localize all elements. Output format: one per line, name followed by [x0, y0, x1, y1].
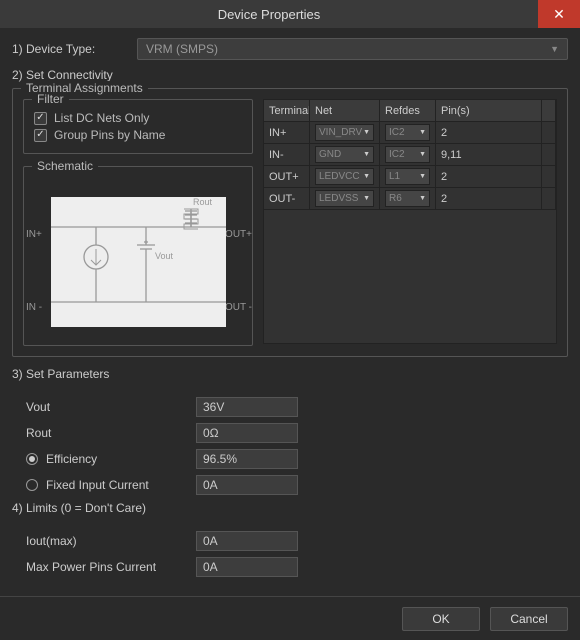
schem-outn-label: OUT - [225, 302, 252, 313]
chevron-down-icon: ▼ [363, 173, 370, 180]
cell-terminal: OUT+ [264, 166, 310, 187]
net-select[interactable]: GND▼ [315, 146, 374, 163]
close-icon: ✕ [553, 6, 565, 23]
th-pins[interactable]: Pin(s) [436, 100, 542, 121]
chevron-down-icon: ▼ [363, 151, 370, 158]
terminal-table: Terminal Net Refdes Pin(s) IN+ VIN_DRV▼ … [263, 99, 557, 344]
schematic-box: Schematic IN+ IN - OUT+ OUT - [23, 166, 253, 346]
footer: OK Cancel [0, 596, 580, 640]
chevron-down-icon: ▼ [419, 195, 426, 202]
fixed-current-label: Fixed Input Current [46, 478, 149, 492]
limits-label: 4) Limits (0 = Don't Care) [12, 501, 568, 515]
device-type-value: VRM (SMPS) [146, 42, 218, 56]
group-pins-checkbox[interactable]: ✓ [34, 129, 47, 142]
net-select[interactable]: LEDVCC▼ [315, 168, 374, 185]
net-select[interactable]: VIN_DRV▼ [315, 124, 374, 141]
efficiency-radio[interactable] [26, 453, 38, 465]
cell-terminal: IN- [264, 144, 310, 165]
cell-pins[interactable]: 2 [436, 122, 542, 143]
titlebar: Device Properties ✕ [0, 0, 580, 28]
cell-terminal: OUT- [264, 188, 310, 209]
set-connectivity-label: 2) Set Connectivity [12, 68, 568, 82]
chevron-down-icon: ▼ [550, 44, 559, 54]
device-type-select[interactable]: VRM (SMPS) ▼ [137, 38, 568, 60]
ok-button[interactable]: OK [402, 607, 480, 631]
table-row: IN- GND▼ IC2▼ 9,11 [264, 144, 556, 166]
chevron-down-icon: ▼ [419, 129, 426, 136]
schematic-diagram: Rout Vout [51, 197, 226, 327]
chevron-down-icon: ▼ [363, 195, 370, 202]
table-row: OUT- LEDVSS▼ R6▼ 2 [264, 188, 556, 210]
efficiency-input[interactable]: 96.5% [196, 449, 298, 469]
rout-label: Rout [26, 426, 51, 440]
chevron-down-icon: ▼ [363, 129, 370, 136]
device-type-label: 1) Device Type: [12, 42, 137, 56]
list-dc-nets-checkbox[interactable]: ✓ [34, 112, 47, 125]
max-power-pins-input[interactable]: 0A [196, 557, 298, 577]
rout-input[interactable]: 0Ω [196, 423, 298, 443]
vout-input[interactable]: 36V [196, 397, 298, 417]
fixed-current-radio[interactable] [26, 479, 38, 491]
vout-label: Vout [26, 400, 50, 414]
cell-pins[interactable]: 2 [436, 188, 542, 209]
th-net[interactable]: Net [310, 100, 380, 121]
chevron-down-icon: ▼ [419, 173, 426, 180]
refdes-select[interactable]: IC2▼ [385, 146, 430, 163]
refdes-select[interactable]: L1▼ [385, 168, 430, 185]
iout-max-input[interactable]: 0A [196, 531, 298, 551]
iout-max-label: Iout(max) [26, 534, 77, 548]
table-row: OUT+ LEDVCC▼ L1▼ 2 [264, 166, 556, 188]
set-parameters-label: 3) Set Parameters [12, 367, 568, 381]
refdes-select[interactable]: R6▼ [385, 190, 430, 207]
schem-vout-text: Vout [155, 251, 174, 261]
schem-inp-label: IN+ [26, 229, 42, 240]
cancel-button[interactable]: Cancel [490, 607, 568, 631]
list-dc-nets-label: List DC Nets Only [54, 111, 149, 125]
chevron-down-icon: ▼ [419, 151, 426, 158]
terminal-assignments-fieldset: Terminal Assignments Filter ✓ List DC Ne… [12, 88, 568, 357]
efficiency-label: Efficiency [46, 452, 97, 466]
th-terminal[interactable]: Terminal [264, 100, 310, 121]
schematic-legend: Schematic [32, 159, 98, 173]
th-refdes[interactable]: Refdes [380, 100, 436, 121]
schem-outp-label: OUT+ [225, 229, 252, 240]
group-pins-label: Group Pins by Name [54, 128, 165, 142]
table-row: IN+ VIN_DRV▼ IC2▼ 2 [264, 122, 556, 144]
schem-inn-label: IN - [26, 302, 42, 313]
cell-terminal: IN+ [264, 122, 310, 143]
cell-pins[interactable]: 2 [436, 166, 542, 187]
window-title: Device Properties [0, 7, 538, 22]
max-power-pins-label: Max Power Pins Current [26, 560, 156, 574]
cell-pins[interactable]: 9,11 [436, 144, 542, 165]
fixed-current-input[interactable]: 0A [196, 475, 298, 495]
refdes-select[interactable]: IC2▼ [385, 124, 430, 141]
filter-fieldset: Filter ✓ List DC Nets Only ✓ Group Pins … [23, 99, 253, 154]
net-select[interactable]: LEDVSS▼ [315, 190, 374, 207]
filter-legend: Filter [32, 92, 69, 106]
close-button[interactable]: ✕ [538, 0, 580, 28]
schem-rout-text: Rout [193, 197, 213, 207]
